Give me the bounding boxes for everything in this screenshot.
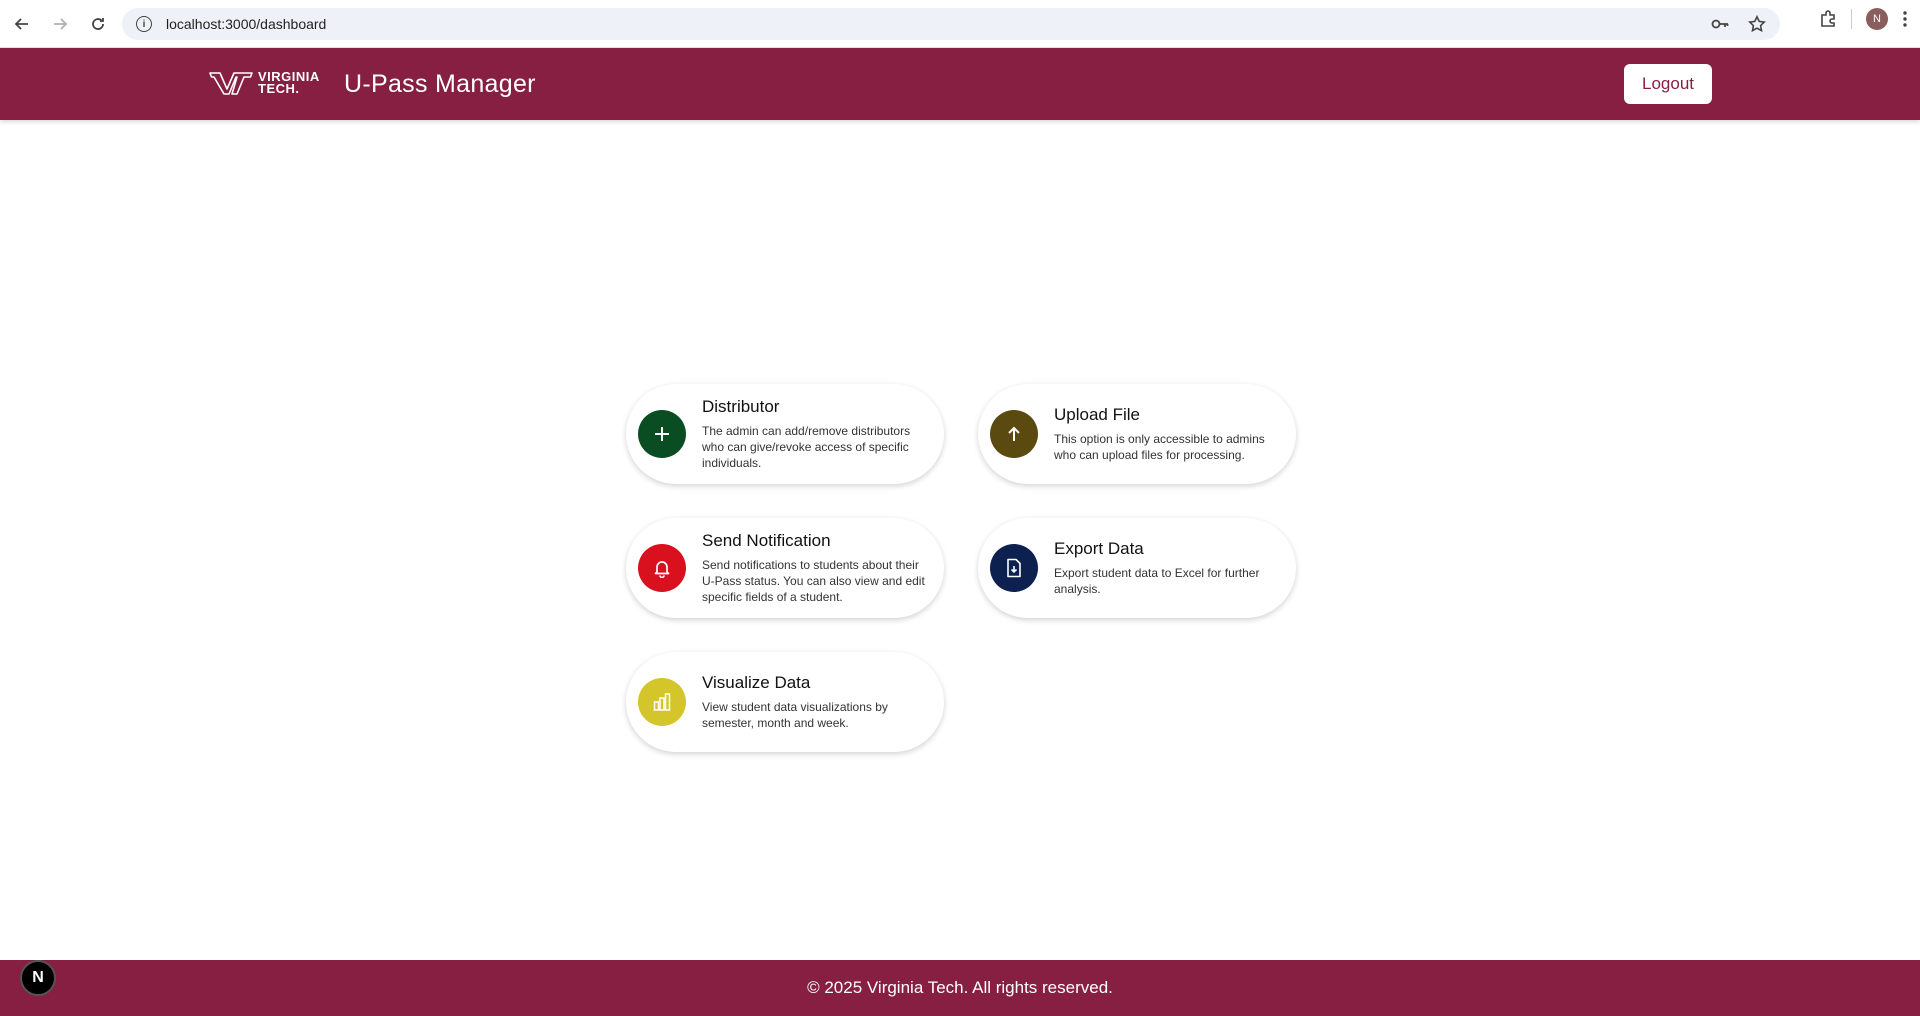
card-icon-circle [638,544,686,592]
card-icon-circle [990,544,1038,592]
bar-chart-icon [653,693,671,711]
password-key-icon[interactable] [1710,14,1730,34]
bookmark-star-icon[interactable] [1748,15,1766,33]
logout-button[interactable]: Logout [1624,64,1712,104]
card-icon-circle [638,410,686,458]
vt-wordmark-line2: TECH. [258,81,300,96]
card-export-data[interactable]: Export Data Export student data to Excel… [978,518,1296,618]
card-title: Distributor [702,397,780,416]
plus-icon [655,427,669,441]
back-button[interactable] [6,8,38,40]
extensions-puzzle-icon[interactable] [1819,10,1837,28]
card-description: View student data visualizations by seme… [702,700,888,730]
vt-monogram-icon [209,72,253,95]
card-description: Export student data to Excel for further… [1054,566,1260,596]
forward-button[interactable] [44,8,76,40]
reload-icon [92,17,104,30]
card-title: Send Notification [702,531,831,550]
card-distributor[interactable]: Distributor The admin can add/remove dis… [626,384,944,484]
app-footer: © 2025 Virginia Tech. All rights reserve… [0,960,1920,1016]
app-title: U-Pass Manager [344,70,536,98]
bell-icon [654,561,670,578]
card-send-notification[interactable]: Send Notification Send notifications to … [626,518,944,618]
arrow-up-icon [1008,426,1020,441]
menu-kebab-icon[interactable] [1902,10,1908,28]
card-visualize-data[interactable]: Visualize Data View student data visuali… [626,652,944,752]
app-header: VIRGINIA TECH. U-Pass Manager Logout [0,48,1920,120]
site-info-icon[interactable]: i [136,16,152,32]
vt-wordmark: VIRGINIA TECH. [258,70,320,96]
browser-toolbar: i localhost:3000/dashboard N [0,0,1920,48]
card-title: Upload File [1054,405,1140,424]
card-icon-circle [638,678,686,726]
arrow-left-icon [14,17,28,30]
arrow-right-icon [54,17,68,30]
card-icon-circle [990,410,1038,458]
vt-logo[interactable]: VIRGINIA TECH. [208,70,320,96]
toolbar-divider [1851,9,1852,29]
file-download-icon [1007,558,1021,578]
card-description: Send notifications to students about the… [702,558,925,604]
card-upload-file[interactable]: Upload File This option is only accessib… [978,384,1296,484]
address-bar[interactable]: i localhost:3000/dashboard [122,8,1780,40]
url-text[interactable]: localhost:3000/dashboard [166,16,326,32]
card-title: Visualize Data [702,673,811,692]
nextjs-dev-badge[interactable]: N [20,960,56,996]
card-title: Export Data [1054,539,1144,558]
profile-avatar[interactable]: N [1866,8,1888,30]
card-description: This option is only accessible to admins… [1054,432,1265,462]
reload-button[interactable] [82,8,114,40]
footer-copyright: © 2025 Virginia Tech. All rights reserve… [807,978,1113,997]
card-description: The admin can add/remove distributors wh… [702,424,911,470]
